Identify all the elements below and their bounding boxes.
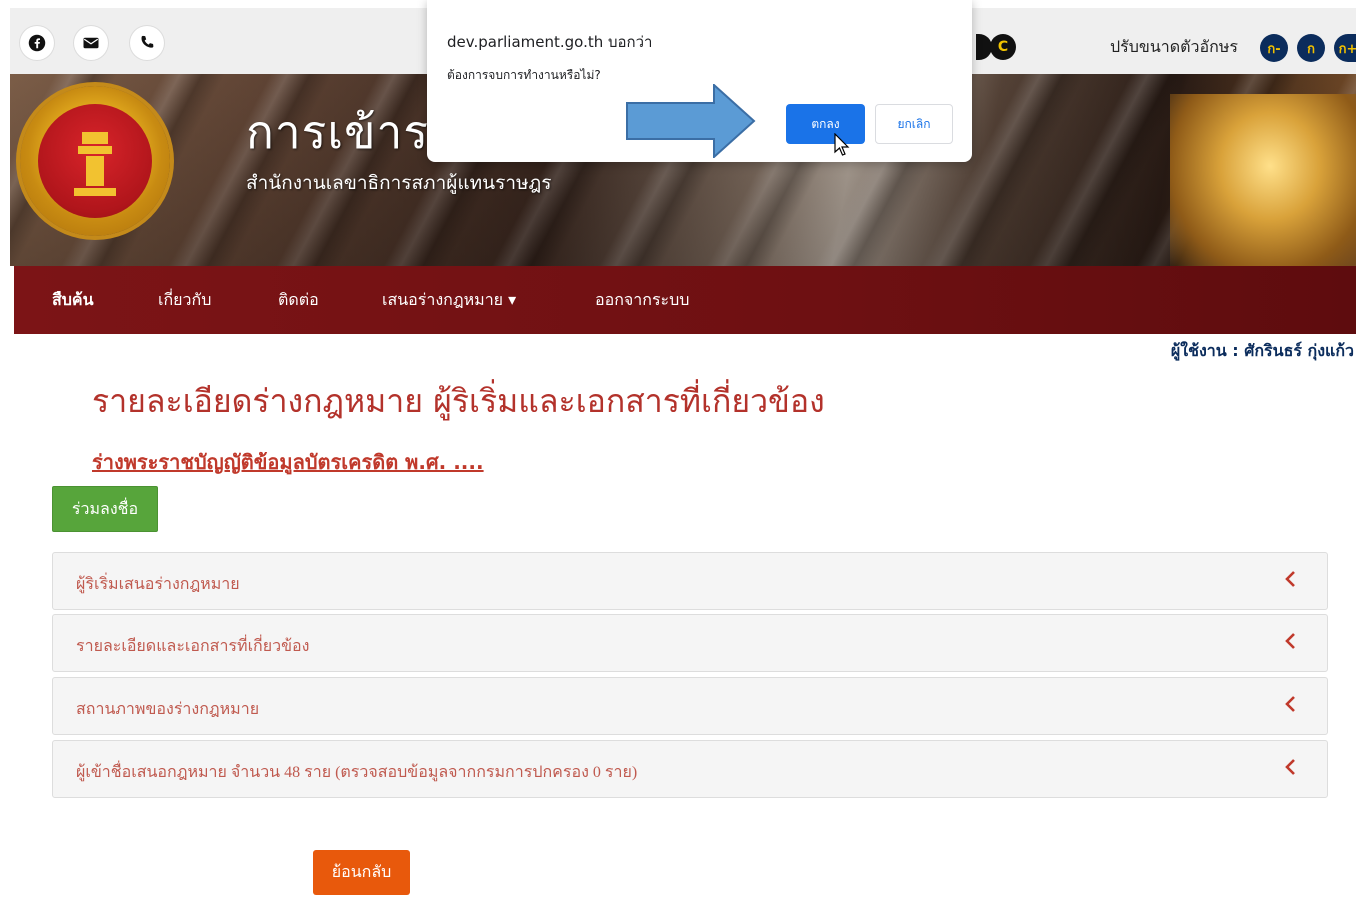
bill-title-link[interactable]: ร่างพระราชบัญญัติข้อมูลบัตรเครดิต พ.ศ. .…	[92, 446, 484, 478]
co-sign-button[interactable]: ร่วมลงชื่อ	[52, 486, 158, 532]
dialog-origin: dev.parliament.go.th บอกว่า	[447, 33, 653, 51]
font-normal-label: ก	[1307, 41, 1315, 57]
contrast-label: C	[997, 39, 1009, 55]
contrast-high-button[interactable]: C	[990, 34, 1016, 60]
page: C ปรับขนาดตัวอักษร ก- ก ก+ การเข้าร สำนั…	[0, 0, 1356, 914]
accordion-initiators[interactable]: ผู้ริเริ่มเสนอร่างกฎหมาย	[52, 552, 1328, 610]
site-title: การเข้าร	[246, 105, 430, 159]
font-normal-button[interactable]: ก	[1297, 34, 1325, 62]
current-user-label: ผู้ใช้งาน : ศักรินธร์ กุ่งแก้ว	[1170, 341, 1354, 360]
chevron-left-icon	[1285, 696, 1295, 712]
dialog-ok-button[interactable]: ตกลง	[786, 104, 865, 144]
site-subtitle: สำนักงานเลขาธิการสภาผู้แทนราษฎร	[246, 172, 552, 194]
chevron-left-icon	[1285, 759, 1295, 775]
accordion-signatories[interactable]: ผู้เข้าชื่อเสนอกฎหมาย จำนวน 48 ราย (ตรวจ…	[52, 740, 1328, 798]
accordion-label: รายละเอียดและเอกสารที่เกี่ยวข้อง	[76, 638, 310, 655]
phone-icon[interactable]	[130, 26, 164, 60]
mouse-cursor-icon	[834, 133, 850, 156]
email-icon[interactable]	[74, 26, 108, 60]
accordion-bill-status[interactable]: สถานภาพของร่างกฎหมาย	[52, 677, 1328, 735]
dialog-message: ต้องการจบการทำงานหรือไม่?	[447, 68, 601, 82]
accordion-label: สถานภาพของร่างกฎหมาย	[76, 701, 260, 718]
chevron-left-icon	[1285, 571, 1295, 587]
accordion-label: ผู้เข้าชื่อเสนอกฎหมาย จำนวน 48 ราย (ตรวจ…	[76, 764, 638, 781]
ceremonial-urn-image	[1170, 94, 1356, 266]
seal-center	[38, 104, 152, 218]
nav-item-propose-law-dropdown[interactable]: เสนอร่างกฎหมาย ▾	[382, 288, 516, 313]
nav-item-about[interactable]: เกี่ยวกับ	[158, 288, 211, 313]
facebook-icon[interactable]	[20, 26, 54, 60]
font-decrease-label: ก-	[1267, 41, 1281, 57]
nav-item-search[interactable]: สืบค้น	[52, 288, 94, 313]
font-increase-button[interactable]: ก+	[1334, 34, 1356, 62]
nav-item-logout[interactable]: ออกจากระบบ	[595, 288, 689, 313]
font-increase-label: ก+	[1338, 41, 1356, 57]
back-button[interactable]: ย้อนกลับ	[313, 850, 410, 895]
font-decrease-button[interactable]: ก-	[1260, 34, 1288, 62]
annotation-arrow-icon	[626, 84, 756, 158]
dialog-cancel-button[interactable]: ยกเลิก	[875, 104, 953, 144]
parliament-seal-logo[interactable]	[20, 86, 170, 236]
nav-item-contact[interactable]: ติดต่อ	[278, 288, 319, 313]
accordion-label: ผู้ริเริ่มเสนอร่างกฎหมาย	[76, 576, 240, 593]
font-size-label: ปรับขนาดตัวอักษร	[1110, 37, 1238, 56]
accordion-details-documents[interactable]: รายละเอียดและเอกสารที่เกี่ยวข้อง	[52, 614, 1328, 672]
page-title: รายละเอียดร่างกฎหมาย ผู้ริเริ่มและเอกสาร…	[92, 382, 825, 420]
main-navbar: สืบค้น เกี่ยวกับ ติดต่อ เสนอร่างกฎหมาย ▾…	[14, 266, 1356, 334]
chevron-left-icon	[1285, 633, 1295, 649]
